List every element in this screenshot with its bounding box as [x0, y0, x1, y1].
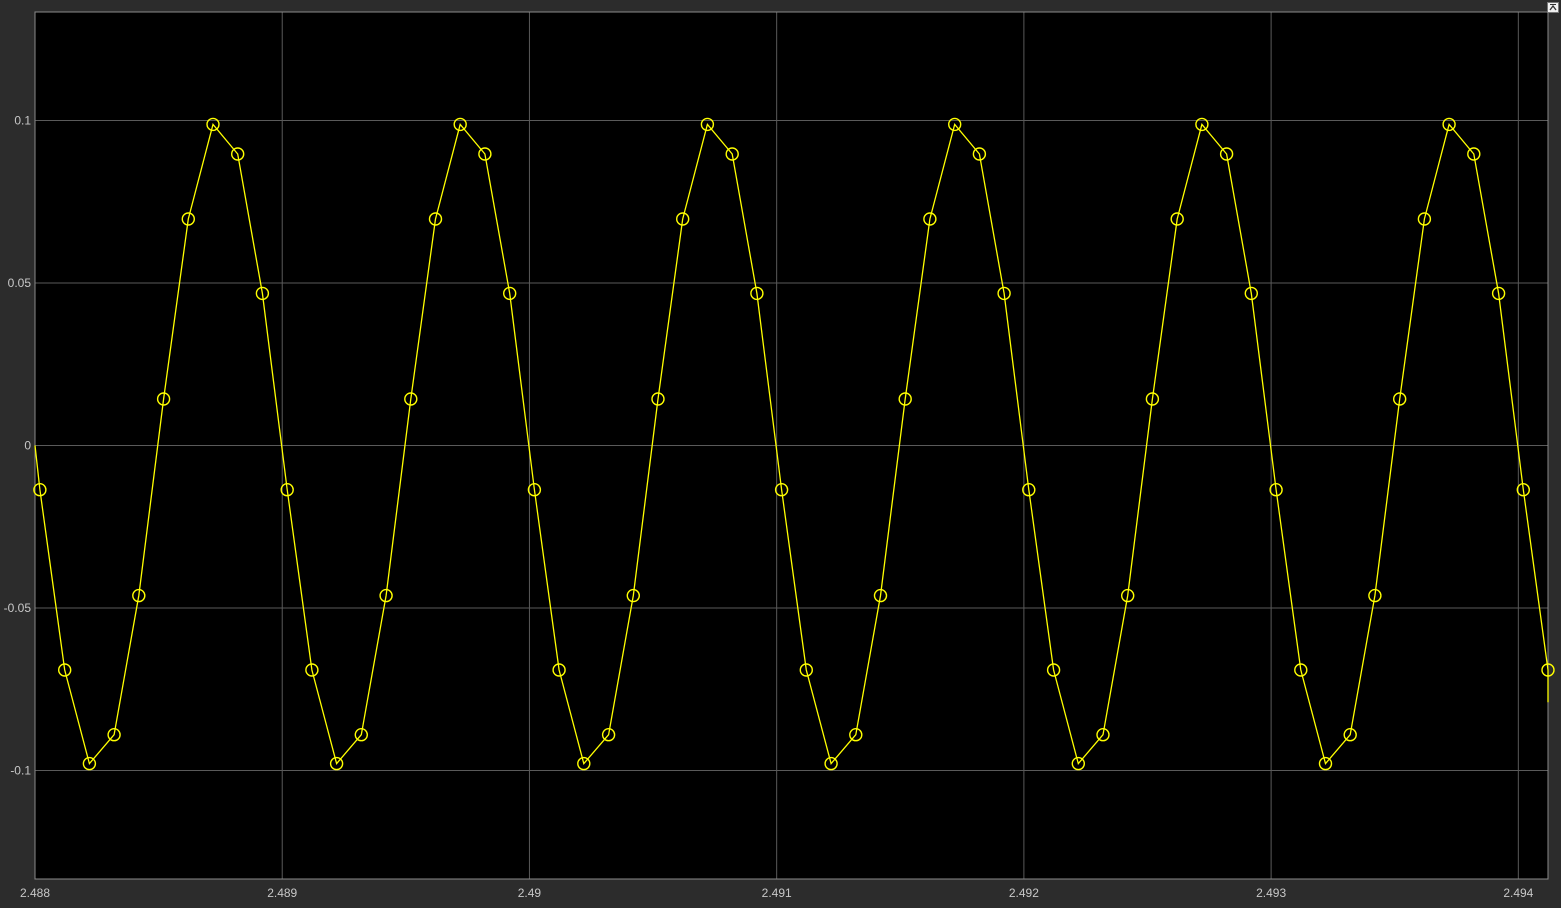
x-tick-label: 2.49: [518, 886, 542, 900]
y-tick-label: 0: [24, 439, 31, 453]
y-tick-label: 0.05: [8, 276, 32, 290]
x-tick-label: 2.492: [1009, 886, 1039, 900]
restore-icon: [1549, 4, 1557, 11]
x-tick-label: 2.489: [267, 886, 297, 900]
x-tick-label: 2.493: [1256, 886, 1286, 900]
y-tick-label: -0.05: [4, 601, 32, 615]
y-tick-label: -0.1: [10, 763, 31, 777]
x-tick-label: 2.491: [762, 886, 792, 900]
scope-plot: 2.488 2.489 2.49 2.491 2.492 2.493 2.494 0.1 0.…: [0, 0, 1561, 908]
restore-button[interactable]: [1547, 2, 1559, 13]
x-tick-label: 2.488: [20, 886, 50, 900]
y-tick-label: 0.1: [14, 114, 31, 128]
x-tick-label: 2.494: [1503, 886, 1533, 900]
